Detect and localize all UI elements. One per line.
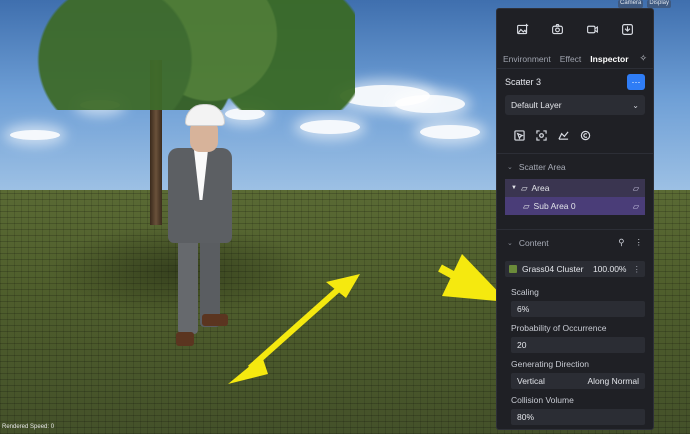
collision-label: Collision Volume [511, 395, 574, 405]
tree-item-area[interactable]: ▼ ▱ Area ▱ [505, 179, 645, 197]
content-list-item[interactable]: Grass04 Cluster 100.00% ⋮ [505, 261, 645, 277]
refresh-icon[interactable] [577, 127, 593, 143]
scatter-tools [497, 115, 653, 153]
collision-field[interactable]: 80% [511, 409, 645, 425]
scaling-value: 6% [517, 304, 530, 314]
select-icon[interactable] [511, 127, 527, 143]
tab-effect[interactable]: Effect [560, 54, 582, 64]
content-section[interactable]: ⌄ Content ⚲ ⋮ [497, 229, 653, 255]
polygon-icon: ▱ [520, 182, 528, 193]
area-icon[interactable] [555, 127, 571, 143]
target-icon[interactable] [533, 127, 549, 143]
direction-option-normal[interactable]: Along Normal [588, 376, 640, 386]
caret-down-icon: ▼ [511, 185, 517, 191]
chevron-down-icon: ⌄ [507, 239, 513, 247]
image-add-icon[interactable] [513, 19, 533, 39]
direction-label: Generating Direction [511, 359, 589, 369]
scatter-options-button[interactable]: ⋯ [627, 74, 645, 90]
inspector-panel: Environment Effect Inspector ✧ Scatter 3… [496, 8, 654, 430]
arrow-head [228, 356, 268, 384]
camera-toggle[interactable]: Camera [618, 0, 644, 8]
direction-segmented-control: Vertical Along Normal [511, 373, 645, 389]
scaling-label: Scaling [511, 287, 539, 297]
collision-value: 80% [517, 412, 535, 422]
asset-percentage: 100.00% [592, 264, 627, 274]
layer-dropdown[interactable]: Default Layer ⌄ [505, 95, 645, 115]
polygon-icon: ▱ [523, 200, 530, 211]
chevron-down-icon: ⌄ [507, 163, 513, 171]
chevron-down-icon: ⌄ [632, 100, 639, 110]
viewport-toolbar: Camera Display [618, 0, 672, 8]
probability-field[interactable]: 20 [511, 337, 645, 353]
sparkle-icon[interactable]: ✧ [639, 53, 647, 64]
tree-item-label: Sub Area 0 [533, 201, 576, 211]
render-status: Rendered Speed: 0 [2, 424, 55, 430]
more-vertical-icon[interactable]: ⋮ [635, 237, 644, 248]
scatter-area-section[interactable]: ⌄ Scatter Area [497, 153, 653, 179]
tab-inspector[interactable]: Inspector [590, 54, 628, 64]
section-title: Scatter Area [518, 161, 566, 172]
panel-tabs: Environment Effect Inspector ✧ [497, 49, 653, 69]
direction-option-vertical[interactable]: Vertical [517, 376, 545, 386]
scatter-header: Scatter 3 ⋯ [497, 69, 653, 95]
probability-value: 20 [517, 340, 527, 350]
edit-shape-icon[interactable]: ▱ [633, 202, 639, 211]
double-arrow [228, 274, 360, 384]
tree-item-label: Area [531, 183, 550, 193]
brush-icon[interactable]: ⚲ [618, 237, 624, 248]
asset-thumbnail [509, 265, 517, 273]
probability-label: Probability of Occurrence [511, 323, 607, 333]
more-vertical-icon[interactable]: ⋮ [633, 264, 642, 275]
video-icon[interactable] [583, 19, 603, 39]
export-icon[interactable] [618, 19, 638, 39]
section-title: Content [518, 237, 549, 248]
camera-icon[interactable] [548, 19, 568, 39]
scaling-field[interactable]: 6% [511, 301, 645, 317]
tree-item-sub-area[interactable]: ▱ Sub Area 0 ▱ [505, 197, 645, 215]
display-toggle[interactable]: Display [647, 0, 672, 8]
asset-name: Grass04 Cluster [522, 264, 584, 274]
scatter-title: Scatter 3 [505, 77, 542, 87]
layer-dropdown-value: Default Layer [511, 100, 562, 110]
edit-shape-icon[interactable]: ▱ [633, 184, 639, 193]
tab-environment[interactable]: Environment [503, 54, 551, 64]
panel-top-icons [497, 9, 653, 49]
